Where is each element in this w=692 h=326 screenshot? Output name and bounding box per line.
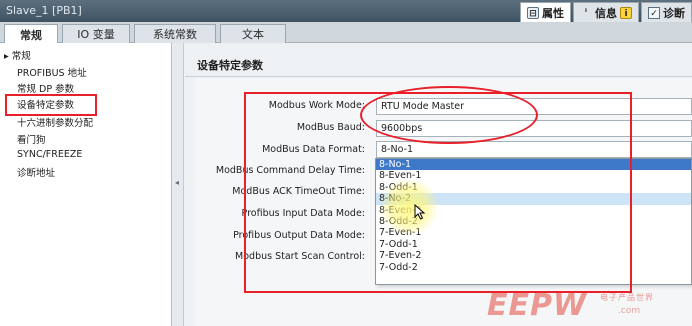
annotation-oval-mode-baud [360, 86, 538, 144]
left-nav: ▸ 常规 PROFIBUS 地址 常规 DP 参数 设备特定参数 十六进制参数分… [0, 43, 172, 326]
watermark-logo: EEPW [487, 288, 588, 323]
nav-item-hex-param-assignment[interactable]: 十六进制参数分配 [17, 115, 93, 129]
tab-general-label: 常规 [20, 28, 42, 42]
nav-item-sync-freeze[interactable]: SYNC/FREEZE [17, 149, 82, 160]
nav-item-general[interactable]: ▸ 常规 [4, 48, 31, 62]
tab-system-constants-label: 系统常数 [153, 28, 197, 41]
nav-item-profibus-address[interactable]: PROFIBUS 地址 [17, 65, 87, 79]
property-tab-row: 常规 IO 变量 系统常数 文本 [0, 22, 692, 44]
section-title: 设备特定参数 [197, 59, 263, 72]
nav-item-diagnostic-address[interactable]: 诊断地址 [17, 165, 55, 179]
nav-item-general-dp-params[interactable]: 常规 DP 参数 [17, 81, 74, 95]
tab-diagnostics[interactable]: ✓ 诊断 [641, 2, 692, 22]
tab-diagnostics-label: 诊断 [663, 6, 685, 20]
collapse-arrow-icon[interactable]: ◂ [175, 178, 179, 187]
nav-item-watchdog[interactable]: 看门狗 [17, 132, 46, 146]
info-icon: ⁱ [585, 7, 587, 18]
section-divider [185, 76, 692, 77]
tab-io-tags[interactable]: IO 变量 [62, 24, 130, 43]
panel-splitter[interactable]: ◂ [172, 43, 184, 326]
tab-system-constants[interactable]: 系统常数 [134, 24, 216, 43]
tab-texts-label: 文本 [242, 28, 264, 41]
inspector-tabs: ⊟ 属性 ⁱ 信息 i ✓ 诊断 [518, 2, 692, 22]
watermark-url: .com [618, 306, 641, 316]
window-title: Slave_1 [PB1] [6, 4, 82, 17]
tab-properties-label: 属性 [542, 6, 564, 20]
watermark-text: 电子产品世界 [600, 293, 654, 302]
tab-io-tags-label: IO 变量 [77, 28, 115, 41]
diagnostics-icon: ✓ [648, 6, 660, 19]
tab-info-label: 信息 [595, 6, 617, 20]
properties-icon: ⊟ [527, 6, 539, 19]
title-bar: Slave_1 [PB1] ⊟ 属性 ⁱ 信息 i ✓ 诊断 [0, 0, 692, 22]
tab-general[interactable]: 常规 [4, 24, 58, 44]
tab-texts[interactable]: 文本 [220, 24, 286, 43]
annotation-box-nav [5, 94, 97, 116]
tab-properties[interactable]: ⊟ 属性 [520, 2, 571, 22]
tab-info[interactable]: ⁱ 信息 i [573, 2, 639, 22]
info-badge-icon: i [620, 6, 632, 19]
